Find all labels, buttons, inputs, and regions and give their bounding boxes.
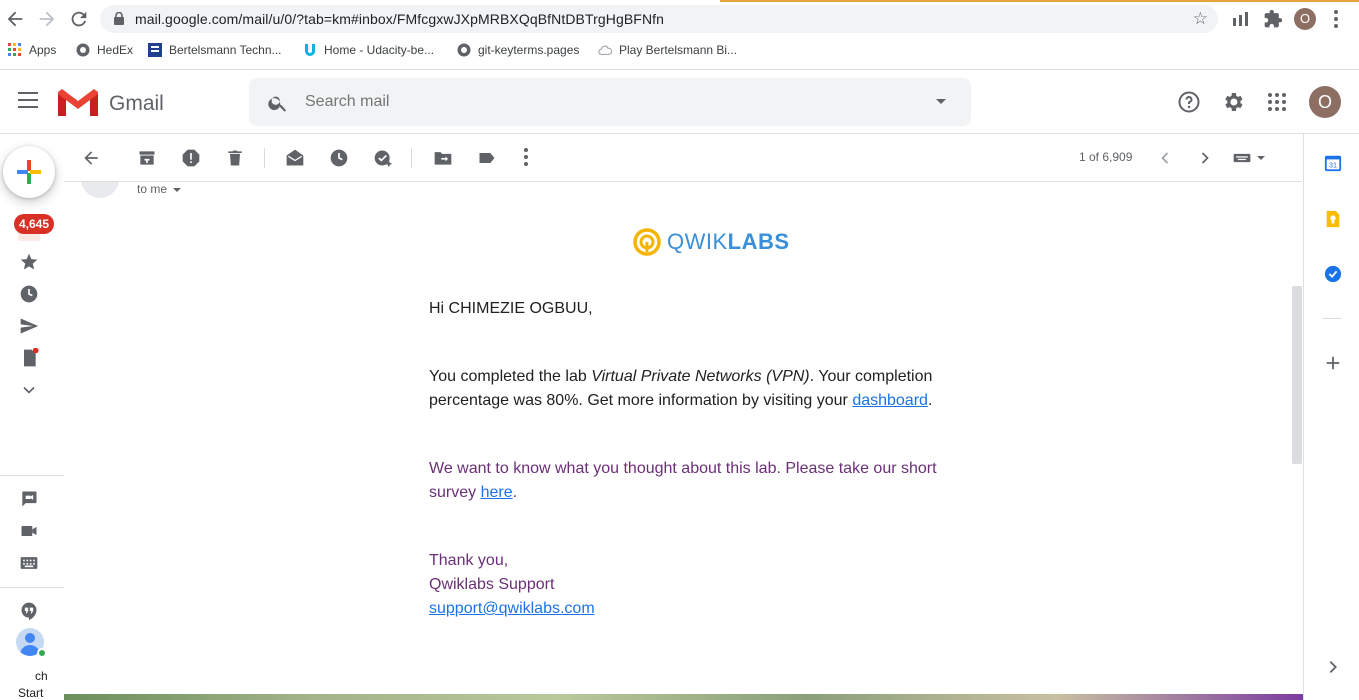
snoozed-clock-icon[interactable] [19,284,39,304]
expand-panel-chevron-icon[interactable] [1324,658,1342,676]
signature-team: Qwiklabs Support [429,576,555,593]
svg-text:31: 31 [1329,161,1337,170]
start-label[interactable]: Start [18,686,43,700]
side-panel: 31 [1303,134,1359,700]
newer-chevron-left-icon[interactable] [1155,148,1175,168]
video-camera-icon[interactable] [19,521,39,541]
bookmark-apps[interactable]: Apps [8,43,56,57]
account-avatar[interactable]: O [1309,86,1341,118]
lock-icon [114,12,124,25]
google-apps-icon[interactable] [1265,90,1289,114]
online-status-dot [37,648,47,658]
move-to-folder-icon[interactable] [433,148,453,168]
support-email-link[interactable]: support@qwiklabs.com [429,600,595,617]
gmail-brand-text: Gmail [109,92,164,115]
survey-paragraph: We want to know what you thought about t… [429,460,937,501]
report-spam-icon[interactable] [181,148,201,168]
keep-notes-icon[interactable] [1324,210,1342,228]
older-chevron-right-icon[interactable] [1195,148,1215,168]
dashboard-link[interactable]: dashboard [852,392,928,409]
starred-icon[interactable] [19,252,39,272]
bookmark-star-icon[interactable]: ☆ [1193,9,1208,29]
help-icon[interactable] [1177,90,1201,114]
browser-menu-icon[interactable] [1334,10,1338,28]
apps-grid-icon [8,43,21,56]
bookmark-git-keyterms[interactable]: git-keyterms.pages [457,43,579,57]
globe-icon [76,43,90,57]
udacity-icon [305,44,315,56]
tab-strip-edge [0,0,1359,2]
inbox-unread-badge: 4,645 [14,214,55,234]
sender-avatar [81,182,119,198]
qwiklabs-logo[interactable]: QWIKLABS [633,228,790,256]
delete-trash-icon[interactable] [225,148,245,168]
drafts-icon[interactable] [19,348,39,368]
scrollbar-thumb[interactable] [1292,286,1302,464]
compose-button[interactable] [3,146,55,198]
input-tools-keyboard-icon[interactable] [1232,148,1268,168]
recipient-details-toggle[interactable]: to me [137,182,182,196]
analytics-extension-icon[interactable] [1231,9,1251,29]
main-menu-icon[interactable] [18,92,38,108]
bookmarks-bar: Apps HedEx Bertelsmann Techn... Home - U… [0,38,1359,64]
greeting-text: Hi CHIMEZIE OGBUU, [429,300,593,317]
compose-plus-icon [17,160,41,184]
bookmark-udacity[interactable]: Home - Udacity-be... [303,43,434,57]
calendar-icon[interactable]: 31 [1324,154,1342,172]
add-to-tasks-icon[interactable] [373,148,393,168]
completion-paragraph: You completed the lab Virtual Private Ne… [429,368,933,409]
browser-toolbar: mail.google.com/mail/u/0/?tab=km#inbox/F… [0,0,1359,70]
search-icon[interactable] [267,92,289,114]
desktop-background-strip [64,694,1303,700]
globe-icon [457,43,471,57]
cloud-icon [598,45,612,55]
hangouts-icon[interactable] [19,601,39,621]
keyboard-icon[interactable] [19,553,39,573]
reload-icon[interactable] [68,8,90,30]
sent-icon[interactable] [19,316,39,336]
bookmark-play-bertelsmann[interactable]: Play Bertelsmann Bi... [598,43,737,57]
toolbar-divider [411,148,412,168]
tasks-icon[interactable] [1324,265,1342,283]
new-meeting-icon[interactable] [19,489,39,509]
more-options-icon[interactable] [524,148,528,168]
bookmark-bertelsmann-tech[interactable]: Bertelsmann Techn... [148,43,282,57]
gmail-logo-icon[interactable] [58,88,98,118]
message-view: to me QWIKLABS Hi CHIMEZIE OGBUU, You co… [64,182,1302,700]
bertelsmann-icon [148,43,162,57]
back-icon[interactable] [4,8,26,30]
settings-gear-icon[interactable] [1221,90,1245,114]
snooze-clock-icon[interactable] [329,148,349,168]
details-dropdown-icon[interactable] [173,187,182,192]
forward-icon[interactable] [36,8,58,30]
more-chevron-down-icon[interactable] [19,380,39,400]
rail-divider [0,587,64,588]
qwiklabs-logo-icon [633,228,661,256]
back-to-inbox-icon[interactable] [81,148,101,168]
mark-unread-envelope-icon[interactable] [285,148,305,168]
address-bar[interactable]: mail.google.com/mail/u/0/?tab=km#inbox/F… [100,5,1218,33]
bookmark-hedex[interactable]: HedEx [76,43,133,57]
message-pager-count: 1 of 6,909 [1079,150,1133,164]
rail-label-ch: ch [35,669,48,683]
survey-here-link[interactable]: here [481,484,513,501]
toolbar-divider [264,148,265,168]
extensions-puzzle-icon[interactable] [1263,9,1283,29]
search-bar[interactable] [249,78,971,126]
browser-profile-avatar[interactable]: O [1294,8,1316,30]
signoff-text: Thank you, [429,552,509,569]
search-options-dropdown-icon[interactable] [936,99,946,104]
search-input[interactable] [305,90,905,114]
label-tag-icon[interactable] [477,148,497,168]
message-toolbar: 1 of 6,909 [64,134,1302,182]
rail-divider [0,475,64,476]
archive-icon[interactable] [137,148,157,168]
side-panel-divider [1322,318,1342,319]
gmail-header: Gmail O [0,70,1359,134]
get-addons-plus-icon[interactable] [1324,354,1342,372]
url-text: mail.google.com/mail/u/0/?tab=km#inbox/F… [135,11,665,27]
